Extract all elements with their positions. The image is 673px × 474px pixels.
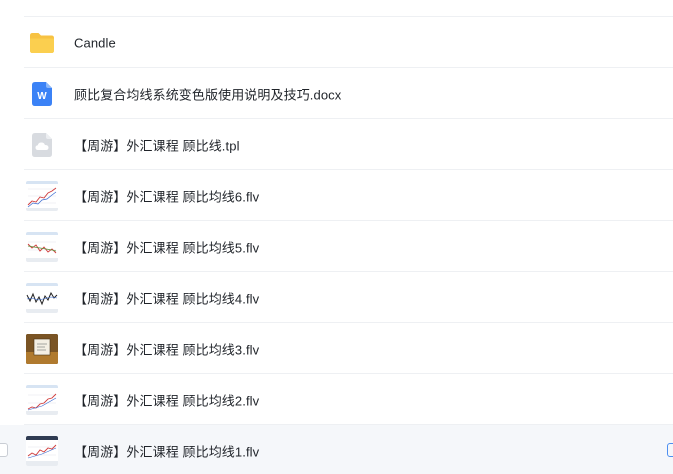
video-thumbnail bbox=[26, 180, 58, 212]
file-list: Candle W 顾比复合均线系统变色版使用说明及技巧.docx 【周游】外汇课… bbox=[0, 0, 673, 474]
file-row-tpl[interactable]: 【周游】外汇课程 顾比线.tpl bbox=[0, 119, 673, 170]
file-name[interactable]: 【周游】外汇课程 顾比均线6.flv bbox=[74, 186, 259, 205]
file-name[interactable]: 【周游】外汇课程 顾比均线3.flv bbox=[74, 339, 259, 358]
file-row-video-5[interactable]: 【周游】外汇课程 顾比均线5.flv bbox=[0, 221, 673, 272]
video-thumbnail bbox=[26, 435, 58, 467]
file-name[interactable]: 【周游】外汇课程 顾比均线5.flv bbox=[74, 237, 259, 256]
file-name[interactable]: Candle bbox=[74, 35, 116, 50]
video-thumbnail bbox=[26, 333, 58, 365]
video-thumbnail bbox=[26, 231, 58, 263]
file-name[interactable]: 【周游】外汇课程 顾比均线1.flv bbox=[74, 441, 259, 460]
cloud-file-icon bbox=[26, 129, 58, 161]
file-name[interactable]: 【周游】外汇课程 顾比均线4.flv bbox=[74, 288, 259, 307]
file-name[interactable]: 【周游】外汇课程 顾比均线2.flv bbox=[74, 390, 259, 409]
row-checkbox[interactable] bbox=[0, 442, 8, 457]
file-row-video-1[interactable]: 【周游】外汇课程 顾比均线1.flv bbox=[0, 425, 673, 474]
file-row-candle[interactable]: Candle bbox=[0, 17, 673, 68]
word-doc-icon: W bbox=[26, 78, 58, 110]
file-name[interactable]: 【周游】外汇课程 顾比线.tpl bbox=[74, 135, 240, 154]
file-row-video-6[interactable]: 【周游】外汇课程 顾比均线6.flv bbox=[0, 170, 673, 221]
folder-icon bbox=[26, 27, 58, 59]
video-thumbnail bbox=[26, 384, 58, 416]
file-row-video-2[interactable]: 【周游】外汇课程 顾比均线2.flv bbox=[0, 374, 673, 425]
row-action-icon[interactable] bbox=[667, 442, 673, 457]
video-thumbnail bbox=[26, 282, 58, 314]
file-row-video-4[interactable]: 【周游】外汇课程 顾比均线4.flv bbox=[0, 272, 673, 323]
svg-text:W: W bbox=[37, 91, 47, 102]
file-name[interactable]: 顾比复合均线系统变色版使用说明及技巧.docx bbox=[74, 84, 341, 103]
file-row-docx[interactable]: W 顾比复合均线系统变色版使用说明及技巧.docx bbox=[0, 68, 673, 119]
file-row-video-3[interactable]: 【周游】外汇课程 顾比均线3.flv bbox=[0, 323, 673, 374]
